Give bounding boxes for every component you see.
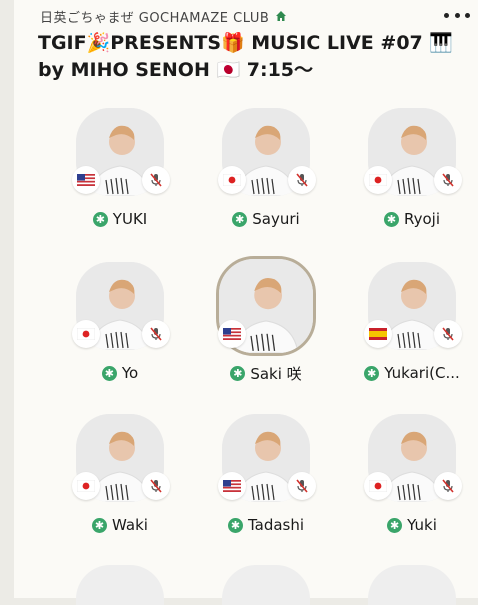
flag-jp-icon: [72, 472, 100, 500]
speaker-card[interactable]: ✱ Sayuri: [206, 108, 326, 248]
speaker-card[interactable]: ✱ Waki: [60, 414, 180, 554]
mic-muted-icon: [142, 320, 170, 348]
speaker-name: Yuki: [407, 516, 437, 534]
avatar[interactable]: [364, 414, 462, 502]
speaker-name-row: ✱ Sayuri: [206, 208, 326, 230]
star-icon: ✱: [92, 517, 108, 533]
speaker-name-row: ✱ Yo: [60, 362, 180, 384]
star-icon: ✱: [92, 211, 108, 227]
speaker-name: Tadashi: [247, 516, 305, 534]
speaker-card[interactable]: ✱ Yo: [60, 262, 180, 402]
mic-muted-icon: [434, 166, 462, 194]
speaker-card[interactable]: ✱ Yuki: [352, 414, 472, 554]
speaker-name-row: ✱ Ryoji: [352, 208, 472, 230]
speaker-name: Saki 咲: [250, 364, 302, 383]
flag-us-icon: [218, 320, 246, 348]
speaker-name-row: ✱ Waki: [60, 514, 180, 536]
star-icon: ✱: [230, 365, 246, 381]
speaker-name: Waki: [112, 516, 148, 534]
flag-jp-icon: [218, 166, 246, 194]
speaker-name: Ryoji: [404, 210, 440, 228]
speaker-card[interactable]: ✱ Tadashi: [206, 414, 326, 554]
speaker-name: Yo: [121, 364, 139, 382]
star-icon: ✱: [364, 365, 380, 381]
speaker-card[interactable]: ✱ Ryoji: [352, 108, 472, 248]
flag-es-icon: [364, 320, 392, 348]
flag-us-icon: [218, 472, 246, 500]
avatar[interactable]: [218, 108, 316, 196]
speaker-card[interactable]: ✱ YUKI: [60, 108, 180, 248]
avatar[interactable]: [72, 262, 170, 350]
speaker-card[interactable]: ✱ Saki 咲: [206, 256, 326, 402]
star-icon: ✱: [384, 211, 399, 227]
avatar[interactable]: [364, 108, 462, 196]
flag-us-icon: [72, 166, 100, 194]
avatar[interactable]: [72, 414, 170, 502]
speaker-name: YUKI: [112, 210, 148, 228]
mic-muted-icon: [142, 472, 170, 500]
flag-jp-icon: [364, 166, 392, 194]
star-icon: ✱: [387, 517, 403, 533]
speaker-name-row: ✱ YUKI: [60, 208, 180, 230]
star-icon: ✱: [232, 211, 248, 227]
speaker-name-row: ✱ Yukari(C...: [352, 362, 472, 384]
speaker-name-row: ✱ Tadashi: [206, 514, 326, 536]
speaker-name: Sayuri: [252, 210, 300, 228]
mic-muted-icon: [288, 472, 316, 500]
mic-muted-icon: [288, 166, 316, 194]
avatar[interactable]: [72, 108, 170, 196]
speaker-name-row: ✱ Yuki: [352, 514, 472, 536]
star-icon: ✱: [101, 365, 117, 381]
avatar[interactable]: [216, 256, 316, 356]
speaker-name: Yukari(C...: [384, 364, 460, 382]
star-icon: ✱: [227, 517, 243, 533]
avatar[interactable]: [364, 262, 462, 350]
speaker-name-row: ✱ Saki 咲: [206, 362, 326, 384]
mic-muted-icon: [434, 320, 462, 348]
speaker-card[interactable]: ✱ Yukari(C...: [352, 262, 472, 402]
speaker-grid: ✱ YUKI ✱ Sayuri ✱ Ryoji ✱ Yo ✱ Saki 咲 ✱ Yukari(C...…: [0, 0, 478, 598]
flag-jp-icon: [72, 320, 100, 348]
avatar[interactable]: [218, 414, 316, 502]
flag-jp-icon: [364, 472, 392, 500]
mic-muted-icon: [434, 472, 462, 500]
mic-muted-icon: [142, 166, 170, 194]
